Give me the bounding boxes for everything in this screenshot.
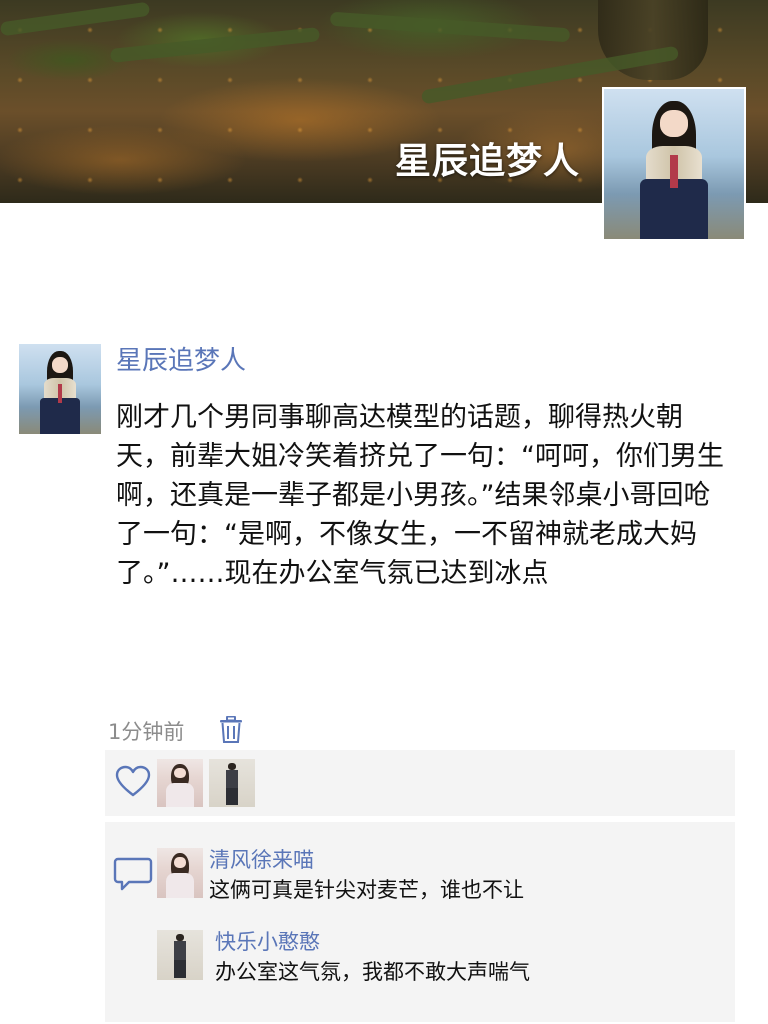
profile-name: 星辰追梦人 [394, 141, 580, 182]
avatar-image [157, 848, 203, 898]
post-content: 刚才几个男同事聊高达模型的话题，聊得热火朝天，前辈大姐冷笑着挤兑了一句：“呵呵，… [116, 402, 724, 589]
avatar-image [19, 344, 101, 434]
comments-panel: 清风徐来喵 这俩可真是针尖对麦芒，谁也不让 快乐小憨憨 办公室这气氛，我都不敢大… [105, 822, 735, 1022]
commenter-avatar[interactable] [157, 930, 203, 980]
liker-avatar[interactable] [209, 759, 255, 807]
comment-text: 办公室这气氛，我都不敢大声喘气 [215, 960, 530, 984]
comment-text: 这俩可真是针尖对麦芒，谁也不让 [209, 878, 524, 902]
heart-icon[interactable] [115, 764, 151, 800]
liker-avatar[interactable] [157, 759, 203, 807]
comment-icon[interactable] [113, 856, 153, 892]
post-author-avatar[interactable] [19, 344, 101, 434]
profile-avatar[interactable] [602, 87, 746, 241]
avatar-image [209, 759, 255, 807]
avatar-image [157, 759, 203, 807]
avatar-image [157, 930, 203, 980]
commenter-name[interactable]: 快乐小憨憨 [215, 926, 320, 956]
trash-icon[interactable] [219, 715, 243, 744]
avatar-image [604, 89, 744, 239]
likes-panel [105, 750, 735, 816]
commenter-avatar[interactable] [157, 848, 203, 898]
commenter-name[interactable]: 清风徐来喵 [209, 844, 314, 874]
post-author-name[interactable]: 星辰追梦人 [116, 340, 246, 377]
post-timestamp: 1分钟前 [108, 720, 185, 744]
